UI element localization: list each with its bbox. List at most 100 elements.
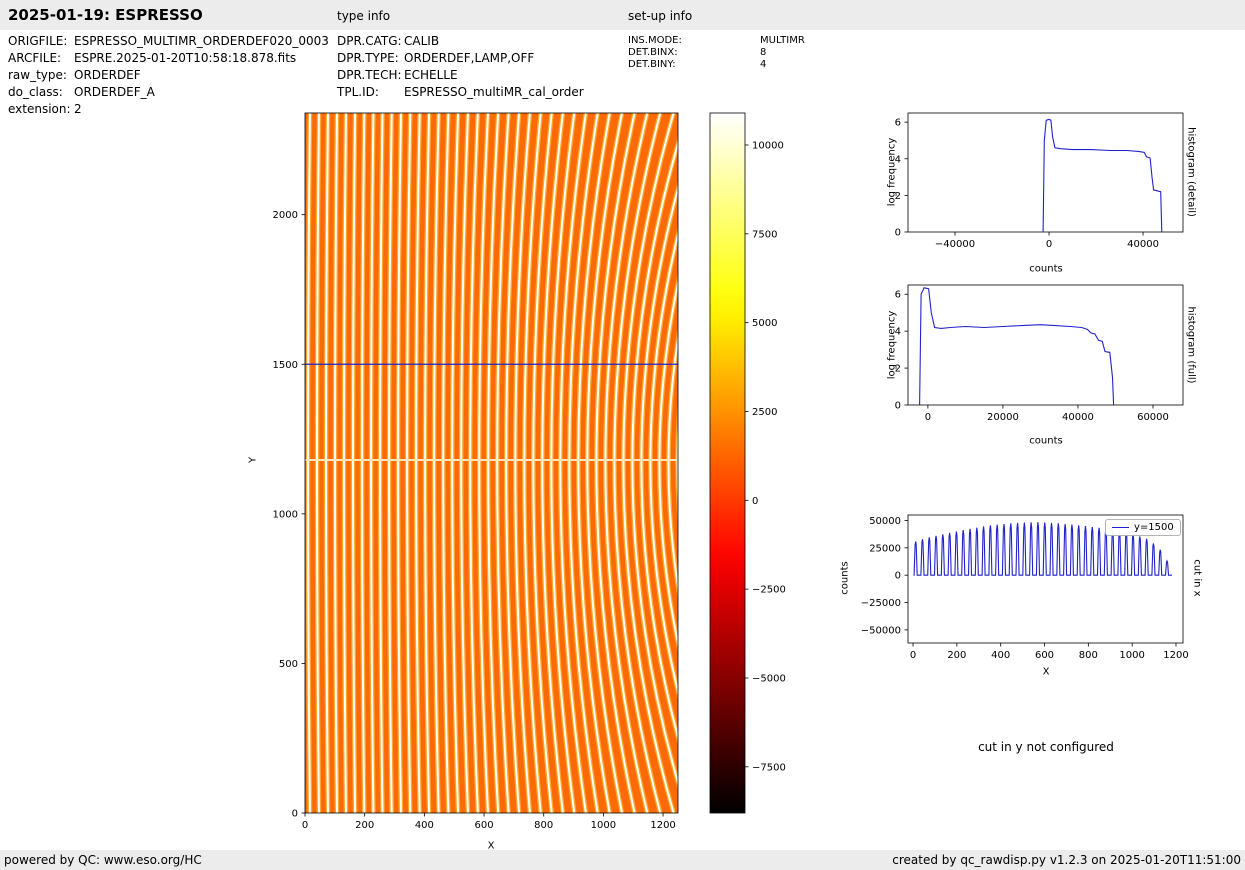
tick-label: 40000 bbox=[1127, 239, 1159, 250]
tick-label: 1000 bbox=[591, 820, 616, 831]
meta-label: raw_type: bbox=[8, 68, 67, 82]
tick-label: 1000 bbox=[1119, 650, 1144, 661]
tick-label: −7500 bbox=[752, 762, 786, 773]
tick-label: 0 bbox=[292, 809, 298, 820]
tick-label: −5000 bbox=[752, 673, 786, 684]
meta-value: ORDERDEF,LAMP,OFF bbox=[404, 51, 535, 65]
cut-y-note: cut in y not configured bbox=[978, 740, 1114, 754]
meta-label: ORIGFILE: bbox=[8, 34, 68, 48]
raw-image-ylabel: Y bbox=[247, 456, 259, 464]
tick-label: 800 bbox=[534, 820, 553, 831]
meta-label: DET.BINX: bbox=[628, 47, 678, 58]
meta-value: 4 bbox=[760, 59, 767, 70]
meta-label: extension: bbox=[8, 102, 71, 116]
tick-label: 600 bbox=[474, 820, 493, 831]
meta-value: ESPRESSO_multiMR_cal_order bbox=[404, 85, 584, 99]
hist-full-frame bbox=[907, 284, 1184, 406]
meta-value: 2 bbox=[74, 102, 82, 116]
tick-label: 5000 bbox=[752, 318, 777, 329]
tick-label: 0 bbox=[1046, 239, 1052, 250]
meta-row: ARCFILE: ESPRE.2025-01-20T10:58:18.878.fi… bbox=[8, 50, 329, 67]
page-title: 2025-01-19: ESPRESSO bbox=[8, 6, 203, 24]
tick-label: 20000 bbox=[987, 412, 1019, 423]
tick-label: 0 bbox=[895, 571, 901, 582]
meta-row: DET.BINX: 8 bbox=[628, 47, 805, 59]
meta-row: extension: 2 bbox=[8, 101, 329, 118]
setup-info-label: set-up info bbox=[628, 9, 693, 23]
file-info-block: ORIGFILE: ESPRESSO_MULTIMR_ORDERDEF020_00… bbox=[8, 33, 329, 118]
tick-label: 0 bbox=[895, 228, 901, 239]
legend-label: y=1500 bbox=[1134, 522, 1174, 533]
tick-label: 7500 bbox=[752, 229, 777, 240]
meta-row: ORIGFILE: ESPRESSO_MULTIMR_ORDERDEF020_00… bbox=[8, 33, 329, 50]
meta-value: MULTIMR bbox=[760, 35, 805, 46]
meta-value: CALIB bbox=[404, 34, 440, 48]
meta-row: TPL.ID: ESPRESSO_multiMR_cal_order bbox=[337, 84, 584, 101]
meta-label: DPR.TYPE: bbox=[337, 51, 399, 65]
tick-label: 25000 bbox=[869, 543, 901, 554]
tick-label: 600 bbox=[1035, 650, 1054, 661]
type-info-block: DPR.CATG: CALIB DPR.TYPE: ORDERDEF,LAMP,OF… bbox=[337, 33, 584, 101]
tick-label: 0 bbox=[895, 401, 901, 412]
tick-label: 800 bbox=[1079, 650, 1098, 661]
meta-label: TPL.ID: bbox=[337, 85, 379, 99]
tick-label: 10000 bbox=[752, 140, 784, 151]
meta-row: DPR.CATG: CALIB bbox=[337, 33, 584, 50]
tick-label: 0 bbox=[752, 496, 758, 507]
tick-label: 500 bbox=[279, 659, 298, 670]
meta-label: DPR.TECH: bbox=[337, 68, 402, 82]
legend-line-sample bbox=[1112, 527, 1129, 528]
tick-label: 1000 bbox=[273, 509, 298, 520]
meta-row: DPR.TECH: ECHELLE bbox=[337, 67, 584, 84]
meta-label: DPR.CATG: bbox=[337, 34, 402, 48]
tick-label: 6 bbox=[895, 118, 901, 129]
tick-label: −50000 bbox=[861, 625, 901, 636]
meta-value: ORDERDEF_A bbox=[74, 85, 155, 99]
meta-value: ORDERDEF bbox=[74, 68, 141, 82]
meta-value: 8 bbox=[760, 47, 767, 58]
tick-label: 1200 bbox=[650, 820, 675, 831]
tick-label: 50000 bbox=[869, 516, 901, 527]
tick-label: 200 bbox=[947, 650, 966, 661]
colorbar bbox=[709, 112, 746, 814]
tick-label: 1500 bbox=[273, 360, 298, 371]
meta-label: ARCFILE: bbox=[8, 51, 62, 65]
tick-label: −25000 bbox=[861, 598, 901, 609]
tick-label: −2500 bbox=[752, 585, 786, 596]
legend-cut-in-x: y=1500 bbox=[1105, 519, 1181, 536]
hist-full-xlabel: counts bbox=[1029, 435, 1063, 447]
tick-label: 400 bbox=[415, 820, 434, 831]
hist-detail-xlabel: counts bbox=[1029, 263, 1063, 275]
raw-image-plot bbox=[305, 113, 678, 813]
tick-label: 0 bbox=[302, 820, 308, 831]
cut-x-side-label: cut in x bbox=[1191, 559, 1203, 597]
cut-x-ylabel: counts bbox=[839, 561, 851, 595]
footer-right-text: created by qc_rawdisp.py v1.2.3 on 2025-… bbox=[892, 853, 1241, 867]
tick-label: 0 bbox=[910, 650, 916, 661]
tick-label: 40000 bbox=[1062, 412, 1094, 423]
tick-label: 60000 bbox=[1137, 412, 1169, 423]
tick-label: 6 bbox=[895, 290, 901, 301]
setup-info-block: INS.MODE: MULTIMR DET.BINX: 8 DET.BINY: 4 bbox=[628, 35, 805, 71]
hist-full-side-label: histogram (full) bbox=[1185, 306, 1197, 384]
meta-value: ESPRESSO_MULTIMR_ORDERDEF020_0003 bbox=[74, 34, 329, 48]
hist-detail-ylabel: log frequency bbox=[886, 137, 898, 207]
tick-label: −40000 bbox=[935, 239, 975, 250]
cut-x-xlabel: X bbox=[1042, 666, 1050, 678]
footer-left-text: powered by QC: www.eso.org/HC bbox=[4, 853, 202, 867]
meta-row: DPR.TYPE: ORDERDEF,LAMP,OFF bbox=[337, 50, 584, 67]
meta-row: raw_type: ORDERDEF bbox=[8, 67, 329, 84]
tick-label: 1200 bbox=[1163, 650, 1188, 661]
meta-label: do_class: bbox=[8, 85, 63, 99]
meta-label: DET.BINY: bbox=[628, 59, 676, 70]
meta-value: ESPRE.2025-01-20T10:58:18.878.fits bbox=[74, 51, 297, 65]
meta-row: do_class: ORDERDEF_A bbox=[8, 84, 329, 101]
hist-full-ylabel: log frequency bbox=[886, 310, 898, 380]
hist-detail-side-label: histogram (detail) bbox=[1185, 127, 1197, 217]
meta-row: DET.BINY: 4 bbox=[628, 59, 805, 71]
meta-value: ECHELLE bbox=[404, 68, 458, 82]
tick-label: 2000 bbox=[273, 210, 298, 221]
tick-label: 0 bbox=[925, 412, 931, 423]
meta-row: INS.MODE: MULTIMR bbox=[628, 35, 805, 47]
tick-label: 200 bbox=[355, 820, 374, 831]
